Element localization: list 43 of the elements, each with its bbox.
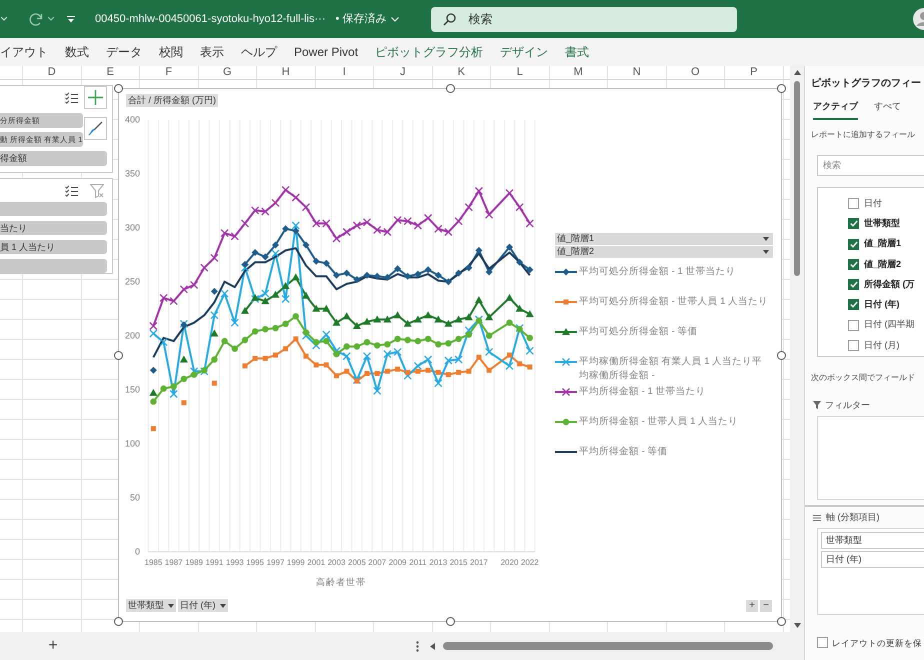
axis-label: 0 [134, 546, 140, 557]
checkbox-label: レイアウトの更新を保 [832, 636, 922, 650]
legend-label: 平均可処分所得金額 - 世帯人員 1 人当たり [579, 295, 768, 309]
legend-label: 平均所得金額 - 等価 [579, 445, 668, 459]
axis-label: 2007 [368, 558, 386, 567]
axis-label: 300 [124, 222, 140, 233]
axis-label: 2003 [328, 558, 346, 567]
axis-label: 100 [124, 438, 140, 449]
legend-label: 平均所得金額 - 1 世帯当たり [579, 385, 706, 399]
pane-title: ピボットグラフのフィー [810, 76, 922, 91]
axis-label: 2022 [520, 558, 539, 567]
axis-label: 2017 [470, 558, 488, 567]
axis-label: 1991 [206, 558, 224, 567]
axis-label: 1995 [246, 558, 264, 567]
legend-label: 平均稼働所得金額 有業人員 1 人当たり平均稼働所得金額 - [579, 355, 764, 383]
legend-label: 平均所得金額 - 世帯人員 1 人当たり [579, 415, 738, 429]
axis-label: 1993 [226, 558, 244, 567]
axis-label: 1987 [164, 558, 183, 567]
axis-label: 350 [124, 168, 140, 179]
pane-prompt: レポートに追加するフィール [810, 128, 916, 140]
axis-label: 2013 [429, 558, 448, 567]
axis-label: 200 [124, 330, 140, 341]
axis-label: 1997 [266, 558, 284, 567]
axis-label: 400 [124, 114, 140, 125]
axis-label: 1985 [144, 558, 162, 567]
area-title: フィルター [825, 398, 870, 412]
axis-label: 250 [124, 276, 140, 287]
legend-label: 平均可処分所得金額 - 1 世帯当たり [579, 265, 736, 279]
area-title: 軸 (分類項目) [826, 511, 880, 524]
axis-label: 2015 [450, 558, 468, 567]
legend-label: 平均可処分所得金額 - 等価 [579, 325, 698, 339]
axis-label: 150 [124, 384, 140, 395]
axis-label: 2020 [500, 558, 518, 567]
file-name: 00450-mhlw-00450061-syotoku-hyo12-full-lis··· [95, 12, 326, 27]
axis-label: 1989 [185, 558, 203, 567]
axis-label: 2001 [307, 558, 326, 567]
axis-label: 1999 [286, 558, 305, 567]
areas-prompt: 次のボックス間でフィールド [810, 372, 916, 384]
axis-label: 50 [130, 492, 140, 503]
axis-title: 高齢者世帯 [316, 577, 366, 587]
axis-label: 2011 [409, 558, 426, 567]
axis-label: 2005 [348, 558, 366, 567]
axis-label: 2009 [388, 558, 406, 567]
